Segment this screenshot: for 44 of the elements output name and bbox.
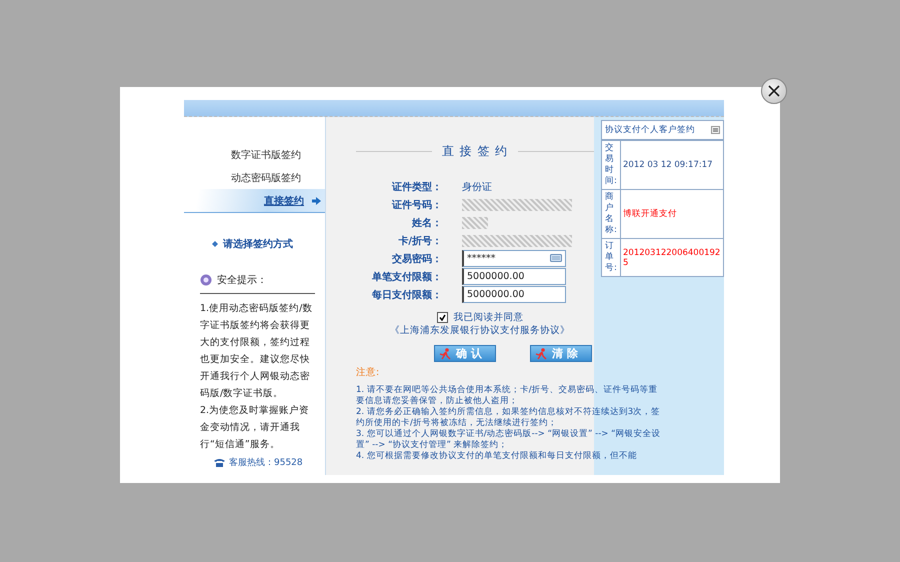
- input-field[interactable]: 5000000.00: [462, 268, 566, 285]
- runner-icon: [438, 348, 452, 360]
- panel-title: 协议支付个人客户签约: [605, 124, 695, 136]
- note-text: 2. 请您务必正确输入签约所需信息，如果签约信息核对不符连续达到3次，签约所使用的卡/折号将被冻结，无法继续进行签约；: [356, 407, 662, 428]
- password-field[interactable]: ******: [462, 250, 566, 267]
- runner-icon: [534, 348, 548, 360]
- agree-checkbox[interactable]: [436, 312, 448, 323]
- field-label: 证件号码：: [390, 198, 443, 212]
- field-label: 每日支付限额：: [371, 288, 443, 302]
- panel-value: 2012031220064001925: [622, 246, 722, 270]
- menu-item[interactable]: 数字证书版签约: [184, 143, 325, 166]
- agree-label: 我已阅读并同意: [454, 311, 524, 324]
- panel-label: 订单号:: [602, 239, 621, 276]
- close-icon: [767, 84, 781, 98]
- field-label: 交易密码：: [391, 252, 443, 266]
- masked-value: [462, 216, 488, 228]
- close-button[interactable]: [761, 78, 787, 104]
- hint-label: 请选择签约方式: [223, 237, 293, 251]
- security-text: 1.使用动态密码版签约/数字证书版签约将会获得更大的支付限额，签约过程也更加安全。建议您尽快开通我行个人网银动态密码版/数字证书版。: [200, 302, 314, 401]
- notes-title: 注意:: [356, 366, 380, 379]
- panel-label: 交易时间:: [602, 141, 621, 189]
- panel-value: 博联开通支付: [622, 208, 678, 221]
- agreement-link[interactable]: 《上海浦东发展银行协议支付服务协议》: [390, 324, 570, 337]
- security-text: 2.为使您及时掌握账户资金变动情况，请开通我行“短信通”服务。: [200, 404, 310, 452]
- arrow-icon: [312, 196, 321, 204]
- field-label: 姓名：: [410, 216, 443, 230]
- note-text: 3. 您可以通过个人网银数字证书/动态密码版--> “网银设置” --> “网银安全设置” --> “协议支付管理” 来解除签约；: [356, 429, 662, 451]
- field-label: 证件类型：: [390, 180, 443, 194]
- input-field[interactable]: 5000000.00: [462, 286, 566, 303]
- field-label: 卡/折号：: [397, 234, 443, 248]
- hotline-label: 客服热线：95528: [229, 456, 303, 469]
- diamond-icon: [212, 241, 218, 247]
- security-title: 安全提示：: [217, 274, 267, 287]
- phone-icon: [214, 458, 225, 467]
- menu-item[interactable]: 动态密码版签约: [184, 166, 325, 189]
- panel-label: 商户名称:: [602, 190, 621, 238]
- note-text: 1. 请不要在网吧等公共场合使用本系统；卡/折号、交易密码、证件号码等重要信息请您妥善保管，防止被他人盗用；: [356, 385, 659, 407]
- menu-icon[interactable]: [711, 126, 720, 134]
- form-title: 直 接 签 约: [442, 143, 508, 160]
- panel-value: 2012 03 12 09:17:17: [622, 159, 714, 172]
- field-value: 身份证: [462, 180, 492, 194]
- field-label: 单笔支付限额：: [371, 270, 443, 284]
- menu-item[interactable]: 直接签约: [184, 189, 325, 213]
- note-text: 4. 您可根据需要修改协议支付的单笔支付限额和每日支付限额，但不能: [356, 451, 638, 462]
